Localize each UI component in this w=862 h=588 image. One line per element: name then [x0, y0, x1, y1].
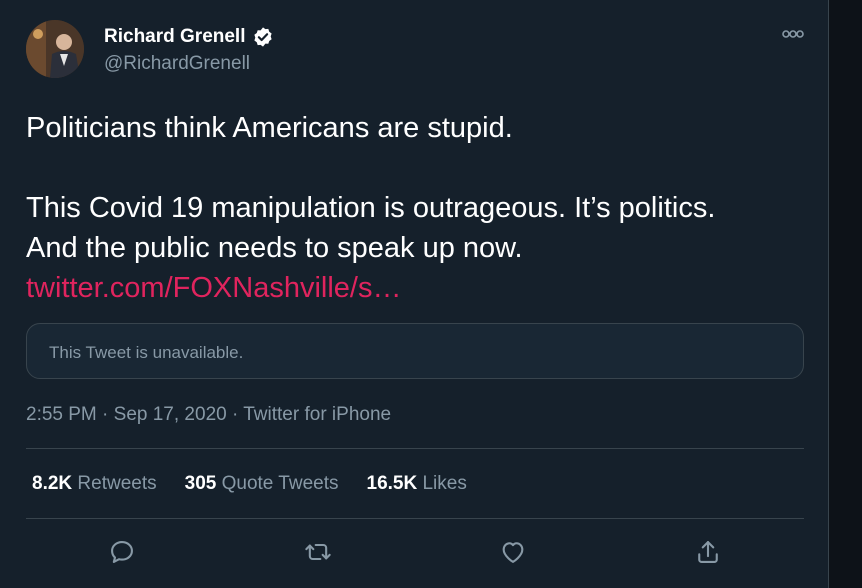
tweet-meta: 2:55 PM · Sep 17, 2020 · Twitter for iPh… [26, 404, 392, 425]
tweet-line-2: This Covid 19 manipulation is outrageous… [26, 192, 716, 224]
reply-icon[interactable] [108, 538, 136, 566]
author-name[interactable]: Richard Grenell [104, 26, 246, 48]
tweet-line-1: Politicians think Americans are stupid. [26, 112, 513, 144]
divider [26, 518, 804, 519]
retweet-icon[interactable] [304, 538, 332, 566]
like-icon[interactable] [499, 538, 527, 566]
tweet-stats: 8.2K Retweets 305 Quote Tweets 16.5K Lik… [32, 473, 495, 495]
quote-tweets-stat[interactable]: 305 Quote Tweets [185, 473, 339, 495]
author-handle[interactable]: @RichardGrenell [104, 53, 250, 75]
retweets-stat[interactable]: 8.2K Retweets [32, 473, 157, 495]
tweet-link[interactable]: twitter.com/FOXNashville/s… [26, 272, 401, 304]
divider [26, 448, 804, 449]
tweet-time[interactable]: 2:55 PM [26, 404, 97, 425]
quoted-tweet-unavailable: This Tweet is unavailable. [26, 323, 804, 379]
unavailable-message: This Tweet is unavailable. [49, 343, 244, 362]
tweet-date[interactable]: Sep 17, 2020 [114, 404, 227, 425]
action-bar [0, 538, 828, 568]
tweet-card: Richard Grenell @RichardGrenell Politici… [0, 0, 828, 588]
tweet-line-3: And the public needs to speak up now. [26, 232, 523, 264]
share-icon[interactable] [694, 538, 722, 566]
more-icon[interactable] [780, 24, 806, 44]
likes-stat[interactable]: 16.5K Likes [367, 473, 467, 495]
tweet-source[interactable]: Twitter for iPhone [243, 404, 391, 425]
verified-icon [253, 27, 272, 47]
background-strip [828, 0, 862, 588]
avatar[interactable] [26, 20, 84, 78]
tweet-text: Politicians think Americans are stupid. … [26, 108, 816, 308]
